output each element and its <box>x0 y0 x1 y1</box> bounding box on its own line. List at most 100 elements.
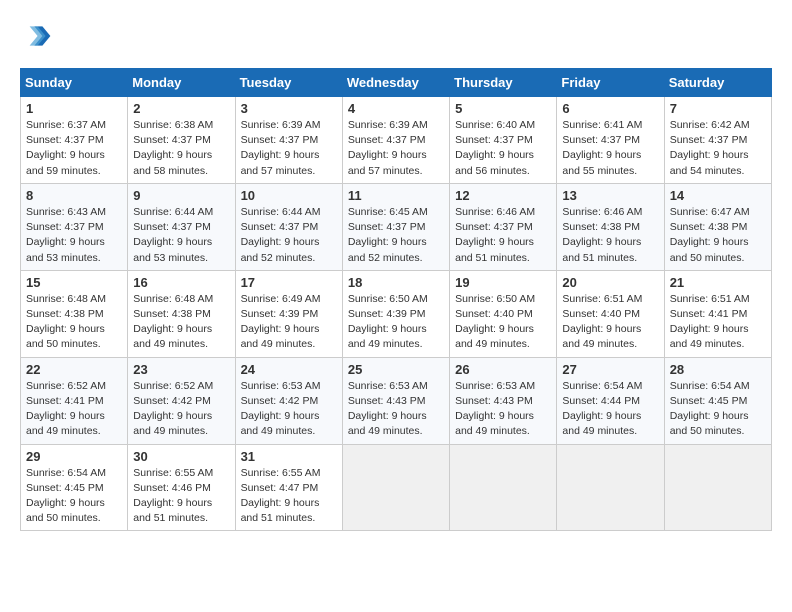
day-number: 10 <box>241 188 337 203</box>
calendar-cell: 25 Sunrise: 6:53 AMSunset: 4:43 PMDayligh… <box>342 357 449 444</box>
day-info: Sunrise: 6:50 AMSunset: 4:39 PMDaylight:… <box>348 292 444 353</box>
weekday-header: Monday <box>128 69 235 97</box>
logo-icon <box>20 20 52 52</box>
calendar-cell: 19 Sunrise: 6:50 AMSunset: 4:40 PMDayligh… <box>450 270 557 357</box>
day-number: 16 <box>133 275 229 290</box>
day-info: Sunrise: 6:42 AMSunset: 4:37 PMDaylight:… <box>670 118 766 179</box>
calendar-cell <box>664 444 771 531</box>
calendar-cell: 30 Sunrise: 6:55 AMSunset: 4:46 PMDayligh… <box>128 444 235 531</box>
day-info: Sunrise: 6:48 AMSunset: 4:38 PMDaylight:… <box>26 292 122 353</box>
day-info: Sunrise: 6:53 AMSunset: 4:43 PMDaylight:… <box>348 379 444 440</box>
calendar-cell: 28 Sunrise: 6:54 AMSunset: 4:45 PMDayligh… <box>664 357 771 444</box>
day-info: Sunrise: 6:54 AMSunset: 4:44 PMDaylight:… <box>562 379 658 440</box>
day-info: Sunrise: 6:39 AMSunset: 4:37 PMDaylight:… <box>241 118 337 179</box>
calendar-cell: 23Sunrise: 6:52 AMSunset: 4:42 PMDayligh… <box>128 357 235 444</box>
weekday-header: Tuesday <box>235 69 342 97</box>
calendar-cell <box>342 444 449 531</box>
weekday-header: Saturday <box>664 69 771 97</box>
calendar-cell: 18 Sunrise: 6:50 AMSunset: 4:39 PMDayligh… <box>342 270 449 357</box>
calendar-cell: 10 Sunrise: 6:44 AMSunset: 4:37 PMDayligh… <box>235 183 342 270</box>
calendar-table: SundayMondayTuesdayWednesdayThursdayFrid… <box>20 68 772 531</box>
calendar-cell: 5 Sunrise: 6:40 AMSunset: 4:37 PMDaylight… <box>450 97 557 184</box>
day-info: Sunrise: 6:51 AMSunset: 4:41 PMDaylight:… <box>670 292 766 353</box>
calendar-week-row: 29 Sunrise: 6:54 AMSunset: 4:45 PMDayligh… <box>21 444 772 531</box>
day-info: Sunrise: 6:50 AMSunset: 4:40 PMDaylight:… <box>455 292 551 353</box>
calendar-cell: 31Sunrise: 6:55 AMSunset: 4:47 PMDayligh… <box>235 444 342 531</box>
calendar-week-row: 22Sunrise: 6:52 AMSunset: 4:41 PMDayligh… <box>21 357 772 444</box>
day-info: Sunrise: 6:37 AMSunset: 4:37 PMDaylight:… <box>26 118 122 179</box>
calendar-cell: 8 Sunrise: 6:43 AMSunset: 4:37 PMDaylight… <box>21 183 128 270</box>
calendar-cell: 9Sunrise: 6:44 AMSunset: 4:37 PMDaylight… <box>128 183 235 270</box>
day-number: 18 <box>348 275 444 290</box>
day-number: 14 <box>670 188 766 203</box>
calendar-cell: 4 Sunrise: 6:39 AMSunset: 4:37 PMDaylight… <box>342 97 449 184</box>
day-number: 25 <box>348 362 444 377</box>
day-info: Sunrise: 6:46 AMSunset: 4:37 PMDaylight:… <box>455 205 551 266</box>
calendar-cell: 22Sunrise: 6:52 AMSunset: 4:41 PMDayligh… <box>21 357 128 444</box>
calendar-week-row: 8 Sunrise: 6:43 AMSunset: 4:37 PMDaylight… <box>21 183 772 270</box>
day-info: Sunrise: 6:51 AMSunset: 4:40 PMDaylight:… <box>562 292 658 353</box>
day-info: Sunrise: 6:44 AMSunset: 4:37 PMDaylight:… <box>241 205 337 266</box>
calendar-cell: 26Sunrise: 6:53 AMSunset: 4:43 PMDayligh… <box>450 357 557 444</box>
day-info: Sunrise: 6:52 AMSunset: 4:41 PMDaylight:… <box>26 379 122 440</box>
calendar-cell: 17 Sunrise: 6:49 AMSunset: 4:39 PMDayligh… <box>235 270 342 357</box>
day-info: Sunrise: 6:38 AMSunset: 4:37 PMDaylight:… <box>133 118 229 179</box>
day-number: 5 <box>455 101 551 116</box>
day-number: 15 <box>26 275 122 290</box>
day-info: Sunrise: 6:48 AMSunset: 4:38 PMDaylight:… <box>133 292 229 353</box>
logo <box>20 20 56 52</box>
day-info: Sunrise: 6:55 AMSunset: 4:46 PMDaylight:… <box>133 466 229 527</box>
day-number: 28 <box>670 362 766 377</box>
calendar-cell: 7 Sunrise: 6:42 AMSunset: 4:37 PMDaylight… <box>664 97 771 184</box>
calendar-week-row: 1 Sunrise: 6:37 AMSunset: 4:37 PMDaylight… <box>21 97 772 184</box>
day-number: 21 <box>670 275 766 290</box>
day-number: 30 <box>133 449 229 464</box>
day-info: Sunrise: 6:54 AMSunset: 4:45 PMDaylight:… <box>670 379 766 440</box>
calendar-cell <box>450 444 557 531</box>
day-info: Sunrise: 6:45 AMSunset: 4:37 PMDaylight:… <box>348 205 444 266</box>
day-info: Sunrise: 6:46 AMSunset: 4:38 PMDaylight:… <box>562 205 658 266</box>
calendar-cell: 12 Sunrise: 6:46 AMSunset: 4:37 PMDayligh… <box>450 183 557 270</box>
calendar-cell: 11 Sunrise: 6:45 AMSunset: 4:37 PMDayligh… <box>342 183 449 270</box>
calendar-cell: 14 Sunrise: 6:47 AMSunset: 4:38 PMDayligh… <box>664 183 771 270</box>
calendar-cell: 16 Sunrise: 6:48 AMSunset: 4:38 PMDayligh… <box>128 270 235 357</box>
day-number: 29 <box>26 449 122 464</box>
day-info: Sunrise: 6:41 AMSunset: 4:37 PMDaylight:… <box>562 118 658 179</box>
day-number: 4 <box>348 101 444 116</box>
day-number: 1 <box>26 101 122 116</box>
calendar-cell: 2Sunrise: 6:38 AMSunset: 4:37 PMDaylight… <box>128 97 235 184</box>
weekday-header: Thursday <box>450 69 557 97</box>
day-number: 17 <box>241 275 337 290</box>
calendar-cell: 1 Sunrise: 6:37 AMSunset: 4:37 PMDaylight… <box>21 97 128 184</box>
day-number: 6 <box>562 101 658 116</box>
day-number: 20 <box>562 275 658 290</box>
day-number: 27 <box>562 362 658 377</box>
calendar-cell: 29 Sunrise: 6:54 AMSunset: 4:45 PMDayligh… <box>21 444 128 531</box>
day-info: Sunrise: 6:39 AMSunset: 4:37 PMDaylight:… <box>348 118 444 179</box>
day-number: 13 <box>562 188 658 203</box>
day-info: Sunrise: 6:49 AMSunset: 4:39 PMDaylight:… <box>241 292 337 353</box>
weekday-header-row: SundayMondayTuesdayWednesdayThursdayFrid… <box>21 69 772 97</box>
day-number: 12 <box>455 188 551 203</box>
calendar-cell: 21 Sunrise: 6:51 AMSunset: 4:41 PMDayligh… <box>664 270 771 357</box>
day-number: 19 <box>455 275 551 290</box>
day-number: 9 <box>133 188 229 203</box>
day-info: Sunrise: 6:54 AMSunset: 4:45 PMDaylight:… <box>26 466 122 527</box>
calendar-cell <box>557 444 664 531</box>
day-info: Sunrise: 6:52 AMSunset: 4:42 PMDaylight:… <box>133 379 229 440</box>
day-number: 31 <box>241 449 337 464</box>
day-number: 11 <box>348 188 444 203</box>
calendar-cell: 20 Sunrise: 6:51 AMSunset: 4:40 PMDayligh… <box>557 270 664 357</box>
calendar-cell: 27 Sunrise: 6:54 AMSunset: 4:44 PMDayligh… <box>557 357 664 444</box>
day-number: 8 <box>26 188 122 203</box>
calendar-cell: 3 Sunrise: 6:39 AMSunset: 4:37 PMDaylight… <box>235 97 342 184</box>
page-header <box>20 20 772 52</box>
calendar-cell: 15 Sunrise: 6:48 AMSunset: 4:38 PMDayligh… <box>21 270 128 357</box>
day-info: Sunrise: 6:40 AMSunset: 4:37 PMDaylight:… <box>455 118 551 179</box>
day-number: 3 <box>241 101 337 116</box>
day-info: Sunrise: 6:47 AMSunset: 4:38 PMDaylight:… <box>670 205 766 266</box>
day-number: 7 <box>670 101 766 116</box>
weekday-header: Sunday <box>21 69 128 97</box>
day-info: Sunrise: 6:43 AMSunset: 4:37 PMDaylight:… <box>26 205 122 266</box>
day-info: Sunrise: 6:53 AMSunset: 4:43 PMDaylight:… <box>455 379 551 440</box>
